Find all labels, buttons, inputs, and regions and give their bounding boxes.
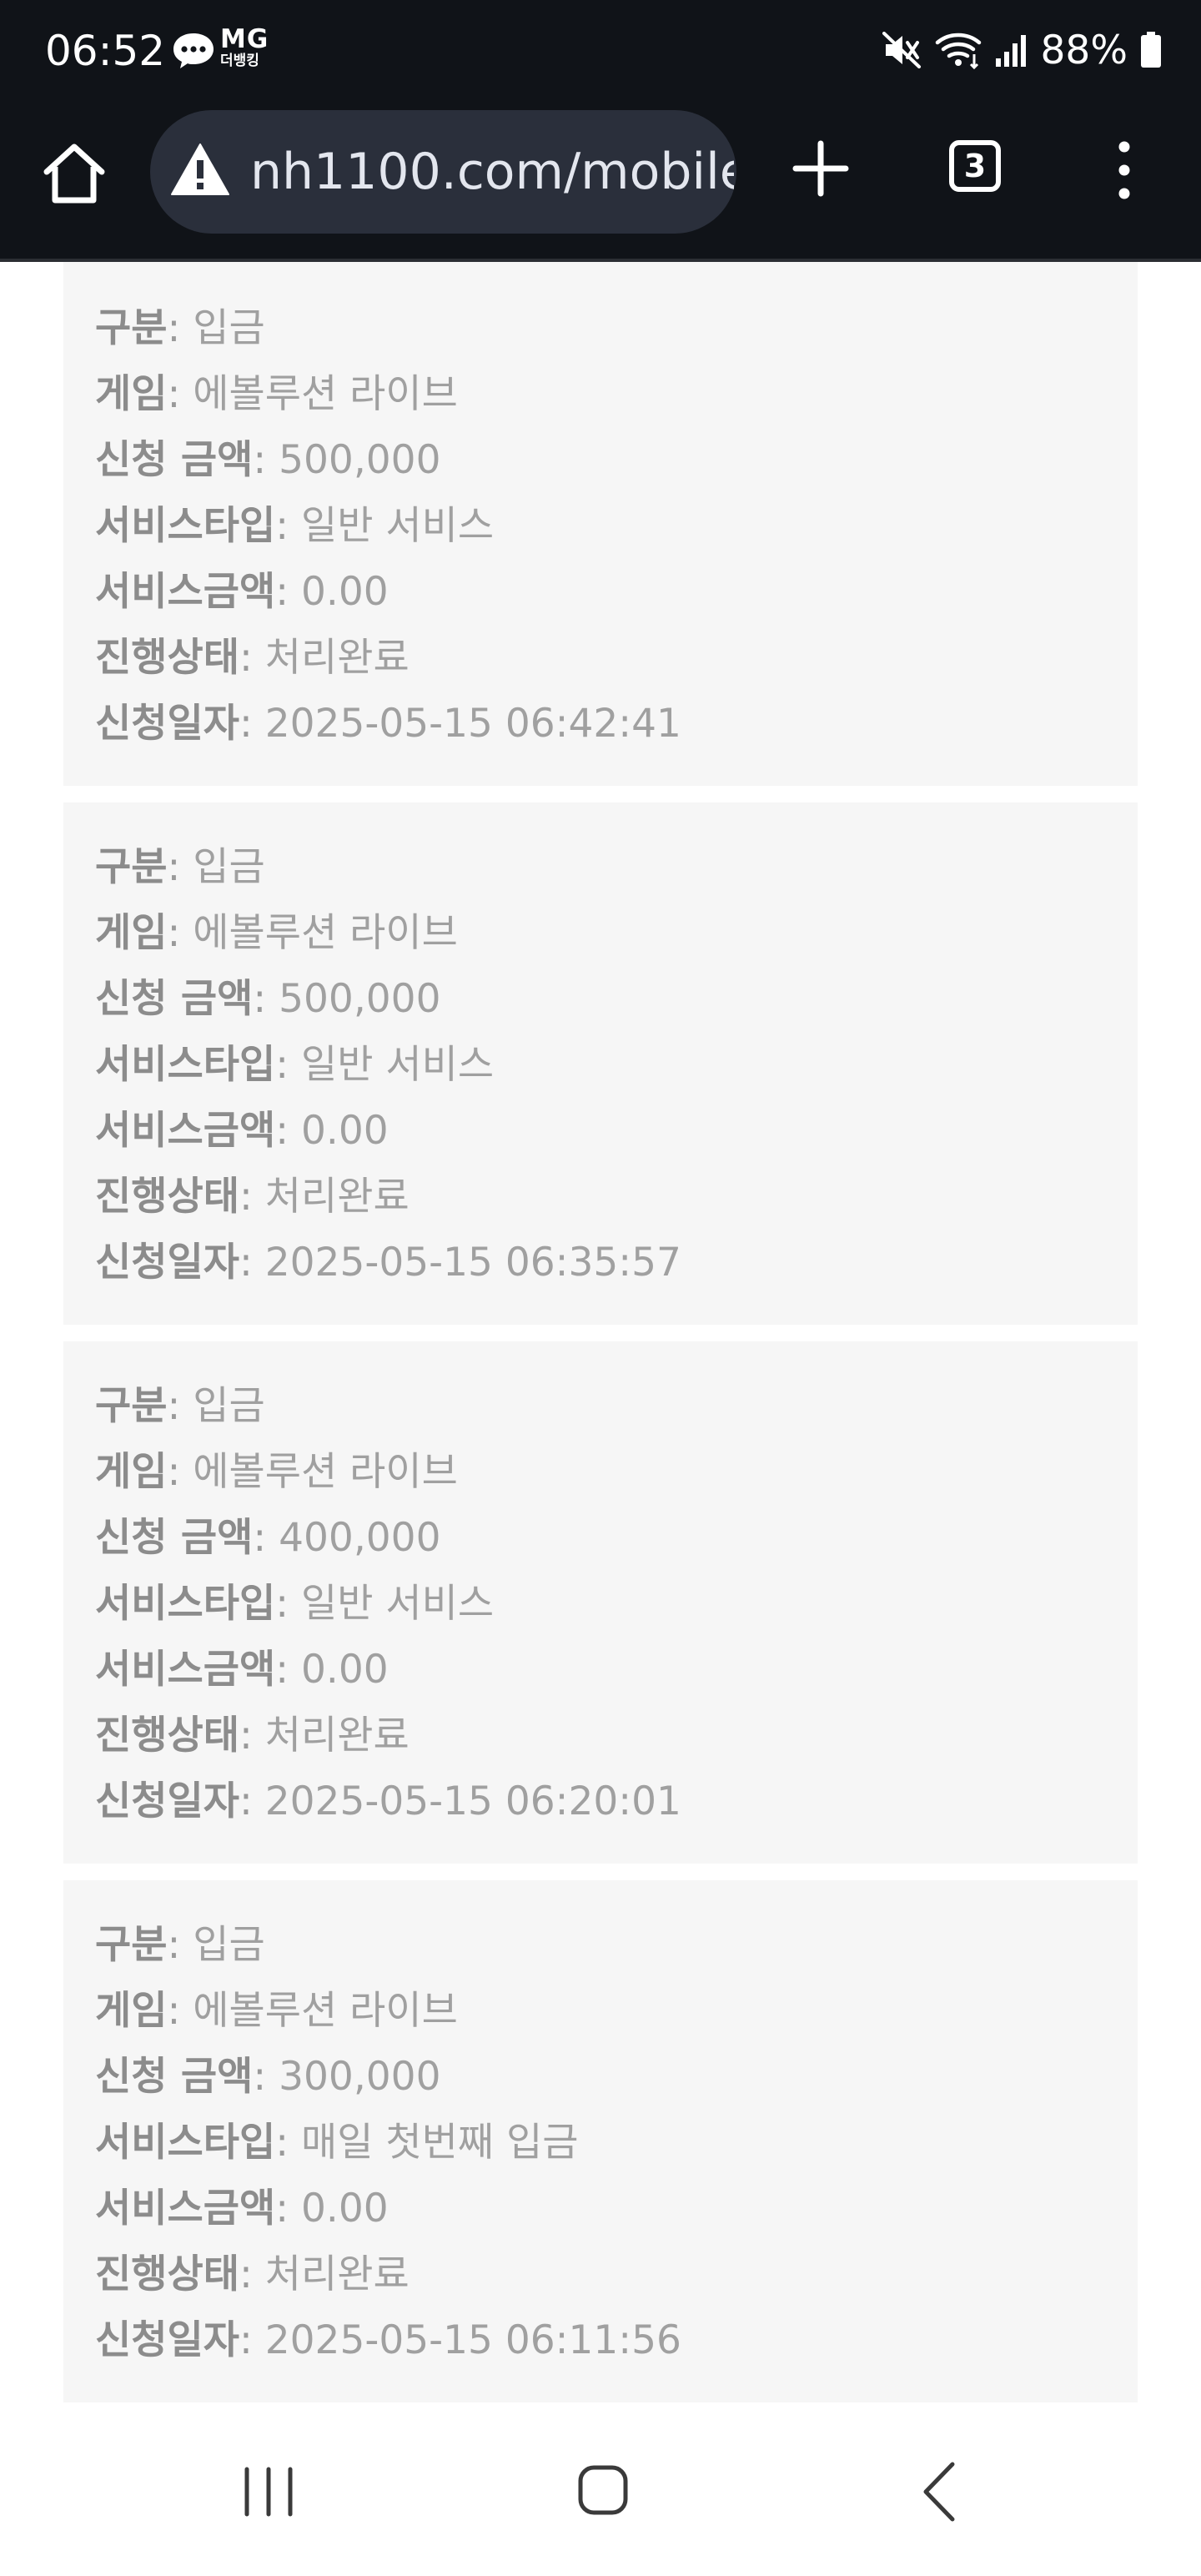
chat-bubble-icon xyxy=(173,33,214,68)
row-game: 게임: 에볼루션 라이브 xyxy=(95,910,458,956)
row-service-amount: 서비스금액: 0.00 xyxy=(95,1647,389,1693)
plus-icon[interactable] xyxy=(791,138,851,199)
mute-icon xyxy=(882,32,921,68)
row-status: 진행상태: 처리완료 xyxy=(95,1713,410,1758)
row-status: 진행상태: 처리완료 xyxy=(95,635,410,681)
row-service-type: 서비스타입: 매일 첫번째 입금 xyxy=(95,2120,579,2166)
row-game: 게임: 에볼루션 라이브 xyxy=(95,1449,458,1495)
row-service-amount: 서비스금액: 0.00 xyxy=(95,1108,389,1154)
status-icons: 88% xyxy=(882,25,1163,75)
row-amount: 신청 금액: 400,000 xyxy=(95,1515,441,1561)
row-amount: 신청 금액: 500,000 xyxy=(95,976,441,1022)
battery-icon xyxy=(1141,32,1161,68)
page-content[interactable]: 구분: 입금 게임: 에볼루션 라이브 신청 금액: 500,000 서비스타입… xyxy=(0,262,1201,2411)
more-vert-icon[interactable] xyxy=(1108,137,1141,204)
row-service-type: 서비스타입: 일반 서비스 xyxy=(95,503,495,549)
row-status: 진행상태: 처리완료 xyxy=(95,1174,410,1220)
wifi-icon xyxy=(935,33,981,69)
back-icon[interactable] xyxy=(921,2461,957,2523)
row-service-type: 서비스타입: 일반 서비스 xyxy=(95,1042,495,1088)
row-type: 구분: 입금 xyxy=(95,844,265,890)
row-game: 게임: 에볼루션 라이브 xyxy=(95,1988,458,2034)
history-card: 구분: 입금 게임: 에볼루션 라이브 신청 금액: 300,000 서비스타입… xyxy=(63,1880,1138,2402)
row-date: 신청일자: 2025-05-15 06:20:01 xyxy=(95,1779,681,1824)
mg-notification-icon: MG 더뱅킹 xyxy=(220,27,269,68)
status-bar: 06:52 MG 더뱅킹 88% xyxy=(0,0,1201,108)
warning-icon[interactable] xyxy=(170,142,230,197)
row-status: 진행상태: 처리완료 xyxy=(95,2251,410,2297)
status-time: 06:52 xyxy=(45,27,166,75)
home-icon[interactable] xyxy=(38,137,110,209)
row-date: 신청일자: 2025-05-15 06:42:41 xyxy=(95,701,681,747)
tabs-icon[interactable]: 3 xyxy=(949,140,1001,192)
url-text: nh1100.com/mobile/ xyxy=(250,143,734,201)
row-service-amount: 서비스금액: 0.00 xyxy=(95,2186,389,2231)
row-type: 구분: 입금 xyxy=(95,1922,265,1968)
history-card: 구분: 입금 게임: 에볼루션 라이브 신청 금액: 500,000 서비스타입… xyxy=(63,262,1138,786)
history-card: 구분: 입금 게임: 에볼루션 라이브 신청 금액: 400,000 서비스타입… xyxy=(63,1341,1138,1864)
battery-percent: 88% xyxy=(1040,27,1128,73)
mg-sublabel: 더뱅킹 xyxy=(220,53,259,69)
row-date: 신청일자: 2025-05-15 06:11:56 xyxy=(95,2317,681,2363)
home-icon[interactable] xyxy=(577,2464,629,2516)
system-nav-bar xyxy=(0,2411,1201,2576)
history-card: 구분: 입금 게임: 에볼루션 라이브 신청 금액: 500,000 서비스타입… xyxy=(63,802,1138,1325)
row-service-type: 서비스타입: 일반 서비스 xyxy=(95,1581,495,1627)
browser-toolbar: nh1100.com/mobile/ 3 xyxy=(0,108,1201,262)
row-date: 신청일자: 2025-05-15 06:35:57 xyxy=(95,1240,681,1285)
signal-icon xyxy=(995,35,1026,67)
row-amount: 신청 금액: 500,000 xyxy=(95,437,441,483)
row-type: 구분: 입금 xyxy=(95,305,265,351)
mg-label: MG xyxy=(220,24,269,54)
row-game: 게임: 에볼루션 라이브 xyxy=(95,371,458,417)
row-amount: 신청 금액: 300,000 xyxy=(95,2054,441,2100)
tab-count: 3 xyxy=(963,148,987,184)
address-bar[interactable]: nh1100.com/mobile/ xyxy=(150,110,736,234)
row-service-amount: 서비스금액: 0.00 xyxy=(95,569,389,615)
row-type: 구분: 입금 xyxy=(95,1383,265,1429)
recent-apps-icon[interactable] xyxy=(242,2466,295,2518)
